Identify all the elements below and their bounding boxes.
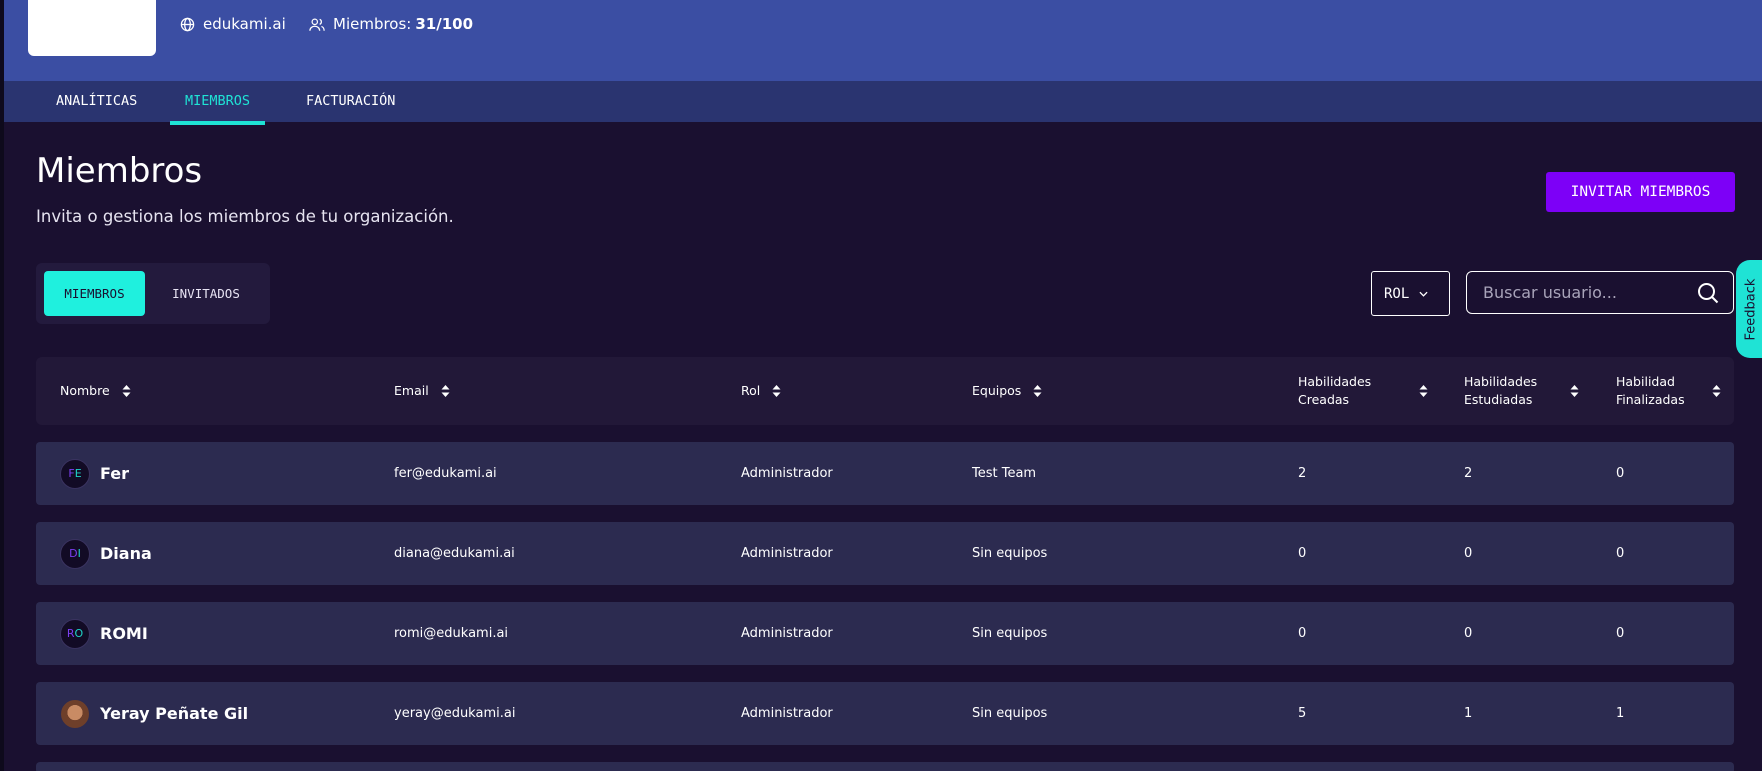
org-logo: ED xyxy=(28,0,156,56)
members-label: Miembros: xyxy=(333,15,412,33)
tab-billing[interactable]: FACTURACIÓN xyxy=(291,81,410,122)
column-header-teams[interactable]: Equipos xyxy=(972,357,1042,425)
member-name-cell: FE Fer xyxy=(60,442,129,505)
member-email: yeray@edukami.ai xyxy=(394,706,516,721)
globe-icon xyxy=(180,17,195,31)
invite-members-button[interactable]: INVITAR MIEMBROS xyxy=(1546,172,1735,212)
member-sub-tabs: MIEMBROS INVITADOS xyxy=(36,263,270,324)
column-header-skills-finished[interactable]: Habilidad Finalizadas xyxy=(1616,357,1721,425)
avatar: FE xyxy=(60,458,90,489)
page-title: Miembros xyxy=(36,151,203,191)
column-email-label: Email xyxy=(394,383,429,398)
sort-icon[interactable] xyxy=(122,384,131,398)
search-input[interactable] xyxy=(1483,272,1683,313)
column-name-label: Nombre xyxy=(60,383,110,398)
member-skills-created: 2 xyxy=(1298,466,1307,481)
member-name: ROMI xyxy=(100,624,148,643)
member-role: Administrador xyxy=(741,626,833,641)
member-email: fer@edukami.ai xyxy=(394,466,497,481)
member-skills-created: 5 xyxy=(1298,706,1307,721)
sort-icon[interactable] xyxy=(1033,384,1042,398)
column-teams-label: Equipos xyxy=(972,383,1022,398)
member-skills-studied: 0 xyxy=(1464,546,1473,561)
table-row[interactable]: Yeray Peñate Gil yeray@edukami.ai Admini… xyxy=(36,682,1734,745)
member-name-cell: DI Diana xyxy=(60,522,152,585)
member-teams: Sin equipos xyxy=(972,706,1048,721)
subtab-invited[interactable]: INVITADOS xyxy=(151,271,261,316)
feedback-tab[interactable]: Feedback xyxy=(1736,260,1762,358)
member-skills-studied: 2 xyxy=(1464,466,1473,481)
member-skills-finished: 1 xyxy=(1616,706,1625,721)
org-header: ED edukami.ai Miembros: 31/100 xyxy=(4,0,1762,81)
sort-icon[interactable] xyxy=(1712,384,1721,398)
member-name: Yeray Peñate Gil xyxy=(100,704,249,723)
tab-members[interactable]: MIEMBROS xyxy=(170,81,266,125)
member-skills-finished: 0 xyxy=(1616,546,1625,561)
tab-analytics[interactable]: ANALÍTICAS xyxy=(41,81,152,122)
member-skills-studied: 0 xyxy=(1464,626,1473,641)
member-email: diana@edukami.ai xyxy=(394,546,515,561)
avatar-photo xyxy=(60,698,90,729)
main-tabs: ANALÍTICAS MIEMBROS FACTURACIÓN xyxy=(4,81,1762,125)
column-header-role[interactable]: Rol xyxy=(741,357,781,425)
page-subtitle: Invita o gestiona los miembros de tu org… xyxy=(36,207,454,226)
subtab-members[interactable]: MIEMBROS xyxy=(44,271,145,316)
sort-icon[interactable] xyxy=(772,384,781,398)
member-role: Administrador xyxy=(741,706,833,721)
chevron-down-icon xyxy=(1419,291,1428,297)
table-row[interactable] xyxy=(36,762,1734,771)
column-studied-label: Habilidades Estudiadas xyxy=(1464,374,1538,407)
member-name: Fer xyxy=(100,464,130,483)
column-finished-label: Habilidad Finalizadas xyxy=(1616,374,1685,407)
org-domain-text: edukami.ai xyxy=(203,15,286,33)
org-members-count: Miembros: 31/100 xyxy=(309,15,473,33)
member-email: romi@edukami.ai xyxy=(394,626,509,641)
member-role: Administrador xyxy=(741,546,833,561)
role-filter-label: ROL xyxy=(1384,285,1410,302)
table-row[interactable]: RO ROMI romi@edukami.ai Administrador Si… xyxy=(36,602,1734,665)
member-teams: Sin equipos xyxy=(972,626,1048,641)
search-icon[interactable] xyxy=(1697,282,1719,304)
avatar: RO xyxy=(60,618,90,649)
sort-icon[interactable] xyxy=(1570,384,1579,398)
column-created-label: Habilidades Creadas xyxy=(1298,374,1372,407)
member-skills-studied: 1 xyxy=(1464,706,1473,721)
role-filter-select[interactable]: ROL xyxy=(1371,271,1450,316)
member-skills-finished: 0 xyxy=(1616,626,1625,641)
sort-icon[interactable] xyxy=(1419,384,1428,398)
feedback-label: Feedback xyxy=(1743,278,1759,340)
table-row[interactable]: FE Fer fer@edukami.ai Administrador Test… xyxy=(36,442,1734,505)
column-header-skills-created[interactable]: Habilidades Creadas xyxy=(1298,357,1428,425)
members-count-value: 31/100 xyxy=(415,15,474,33)
member-teams: Test Team xyxy=(972,466,1037,481)
member-skills-finished: 0 xyxy=(1616,466,1625,481)
column-header-skills-studied[interactable]: Habilidades Estudiadas xyxy=(1464,357,1579,425)
logo-mark: ED xyxy=(72,0,107,1)
sort-icon[interactable] xyxy=(441,384,450,398)
table-row[interactable]: DI Diana diana@edukami.ai Administrador … xyxy=(36,522,1734,585)
column-header-email[interactable]: Email xyxy=(394,357,450,425)
member-skills-created: 0 xyxy=(1298,546,1307,561)
users-icon xyxy=(309,18,325,31)
table-header: Nombre Email Rol Equipos Habilidades Crea… xyxy=(36,357,1734,425)
column-role-label: Rol xyxy=(741,383,761,398)
member-teams: Sin equipos xyxy=(972,546,1048,561)
column-header-name[interactable]: Nombre xyxy=(60,357,131,425)
search-box xyxy=(1466,271,1734,314)
member-name-cell: RO ROMI xyxy=(60,602,148,665)
member-skills-created: 0 xyxy=(1298,626,1307,641)
avatar: DI xyxy=(60,538,90,569)
member-name: Diana xyxy=(100,544,152,563)
member-name-cell: Yeray Peñate Gil xyxy=(60,682,248,745)
org-domain: edukami.ai xyxy=(180,15,286,33)
member-role: Administrador xyxy=(741,466,833,481)
